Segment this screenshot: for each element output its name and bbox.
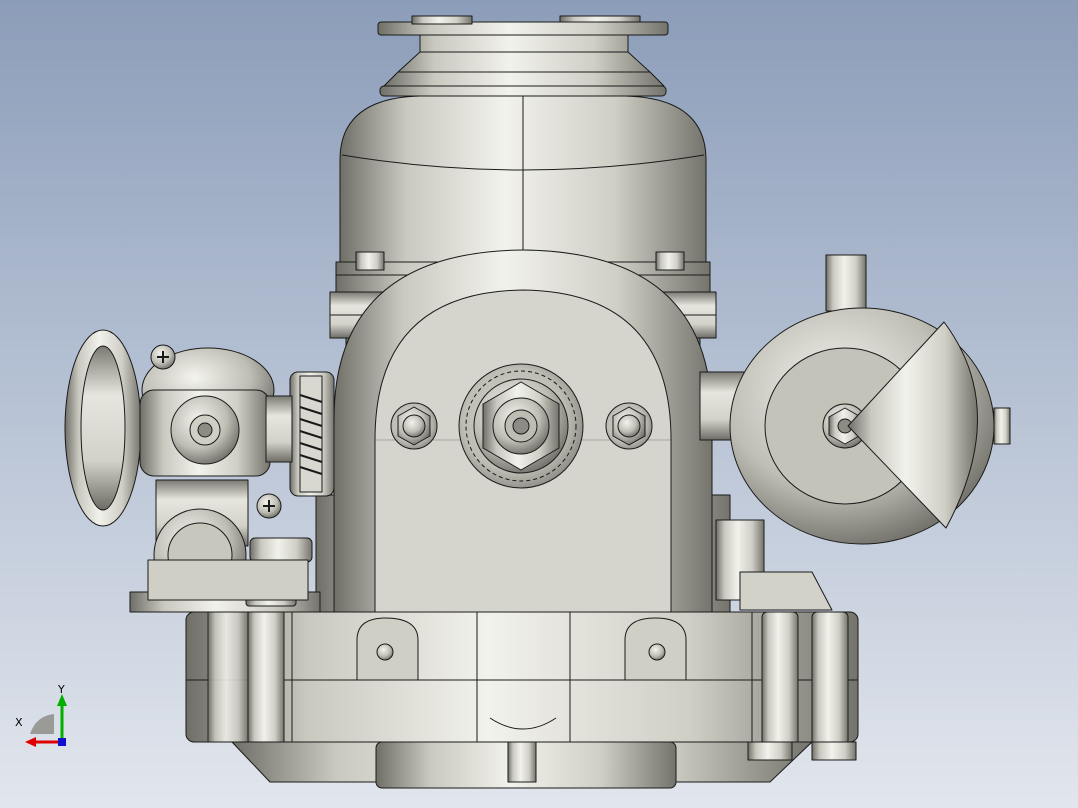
triad-graphic — [25, 694, 67, 747]
central-housing[interactable] — [315, 249, 731, 616]
right-blower-housing[interactable] — [699, 254, 1011, 611]
engine-3d-model[interactable] — [0, 0, 1078, 808]
left-pump-assembly[interactable] — [64, 329, 335, 613]
housing-bolt-left — [390, 402, 438, 450]
y-axis-label: Y — [58, 683, 65, 696]
reference-triad: X Y — [14, 683, 74, 748]
housing-bolt-right — [605, 402, 653, 450]
central-shaft-seal[interactable] — [458, 363, 584, 489]
base-flange[interactable] — [185, 607, 859, 789]
cad-graphics-viewport[interactable]: X Y — [0, 0, 1078, 808]
x-axis-label: X — [15, 716, 23, 729]
top-pulley[interactable] — [377, 15, 669, 97]
